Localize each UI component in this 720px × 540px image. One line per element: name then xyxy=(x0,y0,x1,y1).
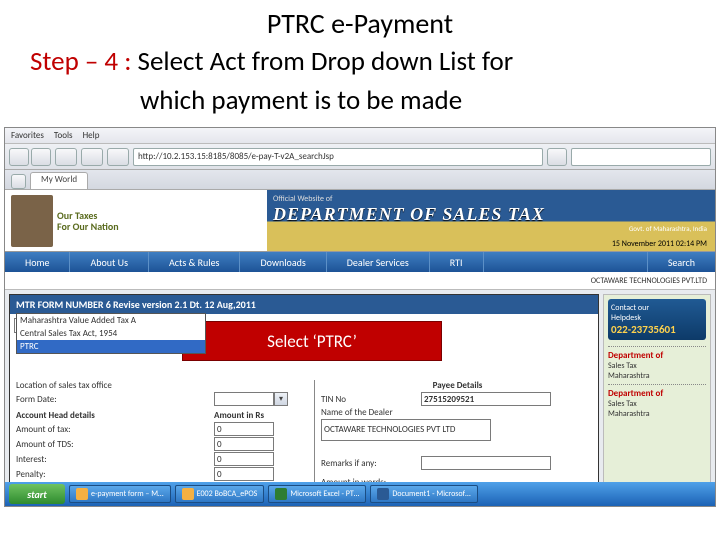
amount-tds-label: Amount of TDS: xyxy=(14,439,214,450)
menu-favorites[interactable]: Favorites xyxy=(11,130,44,141)
login-info: OCTAWARE TECHNOLOGIES PVT.LTD xyxy=(5,272,715,290)
app-icon xyxy=(377,488,389,500)
go-button[interactable] xyxy=(547,148,567,166)
dept-name: DEPARTMENT OF SALES TAX xyxy=(273,204,709,225)
remarks-input[interactable] xyxy=(421,456,551,470)
location-label: Location of sales tax office xyxy=(14,380,214,391)
form-date-label: Form Date: xyxy=(14,394,214,405)
sidebar-link-2-b: Sales Tax xyxy=(608,399,637,409)
act-option-ptrc[interactable]: PTRC xyxy=(17,340,205,353)
start-button[interactable]: start xyxy=(9,484,65,504)
sidebar-link-1-b: Sales Tax xyxy=(608,361,637,371)
taskbar-item-3-label: Microsoft Excel - PT… xyxy=(290,489,359,499)
step-line: Step – 4 : Select Act from Drop down Lis… xyxy=(0,45,720,84)
amount-rs-label: Amount in Rs xyxy=(214,410,264,421)
browser-search[interactable] xyxy=(571,148,711,166)
callout-text: Select ‘PTRC’ xyxy=(267,331,357,352)
helpdesk-label: Helpdesk xyxy=(611,313,703,323)
taskbar-item-2-label: E002 BoBCA_ePOS xyxy=(197,489,258,499)
govt-label: Govt. of Maharashtra, India xyxy=(629,224,707,233)
page-title: PTRC e-Payment xyxy=(40,6,680,41)
callout-select-ptrc: Select ‘PTRC’ xyxy=(182,321,442,361)
step-label: Step – 4 : xyxy=(30,45,131,78)
helpdesk-box: Contact our Helpdesk 022-23735601 xyxy=(608,299,706,340)
favorites-icon[interactable] xyxy=(11,174,26,189)
tin-value: 27515209521 xyxy=(421,392,551,406)
step-instruction-2: which payment is to be made xyxy=(0,84,720,127)
nav-search[interactable]: Search xyxy=(647,252,715,272)
home-button[interactable] xyxy=(107,148,129,166)
browser-screenshot: Favorites Tools Help http://10.2.153.15:… xyxy=(4,127,716,507)
tin-label: TIN No xyxy=(321,394,421,405)
site-header: Our Taxes For Our Nation Official Websit… xyxy=(5,190,715,252)
sidebar-link-2[interactable]: Department of Sales Tax Maharashtra xyxy=(608,384,706,419)
url-field[interactable]: http://10.2.153.15:8185/8085/e-pay-T-v2A… xyxy=(133,148,543,166)
penalty-input[interactable]: 0 xyxy=(214,467,274,481)
portrait-icon xyxy=(11,195,53,247)
step-instruction-1: Select Act from Drop down List for xyxy=(131,45,513,78)
nav-dealer[interactable]: Dealer Services xyxy=(327,252,430,272)
address-bar: http://10.2.153.15:8185/8085/e-pay-T-v2A… xyxy=(5,144,715,170)
nav-acts[interactable]: Acts & Rules xyxy=(149,252,240,272)
sidebar-link-2-title: Department of xyxy=(608,388,663,399)
taskbar-item-4-label: Document1 - Microsof… xyxy=(392,489,470,499)
taskbar-item-1-label: e-payment form – M… xyxy=(91,489,164,499)
contact-label: Contact our xyxy=(611,303,703,313)
app-icon xyxy=(182,488,194,500)
interest-input[interactable]: 0 xyxy=(214,452,274,466)
payee-details-label: Payee Details xyxy=(321,380,594,391)
forward-button[interactable] xyxy=(31,148,51,166)
dealer-label: Name of the Dealer xyxy=(321,407,421,418)
amount-tax-input[interactable]: 0 xyxy=(214,422,274,436)
menu-bar: Favorites Tools Help xyxy=(5,128,715,144)
menu-tools[interactable]: Tools xyxy=(54,130,73,141)
account-head-label: Account Head details xyxy=(14,410,214,421)
main-nav: Home About Us Acts & Rules Downloads Dea… xyxy=(5,252,715,272)
mtr-form: MTR FORM NUMBER 6 Revise version 2.1 Dt.… xyxy=(9,294,599,502)
taskbar-item-2[interactable]: E002 BoBCA_ePOS xyxy=(175,485,265,503)
dealer-value: OCTAWARE TECHNOLOGIES PVT LTD xyxy=(321,419,491,441)
penalty-label: Penalty: xyxy=(14,469,214,480)
tagline-2: For Our Nation xyxy=(57,221,119,232)
calendar-icon[interactable]: ▾ xyxy=(274,392,288,406)
tagline-1: Our Taxes xyxy=(57,210,119,221)
interest-label: Interest: xyxy=(14,454,214,465)
taskbar: start e-payment form – M… E002 BoBCA_ePO… xyxy=(5,482,715,506)
nav-about[interactable]: About Us xyxy=(70,252,149,272)
sidebar-link-1-c: Maharashtra xyxy=(608,371,650,381)
menu-help[interactable]: Help xyxy=(83,130,100,141)
taskbar-item-4[interactable]: Document1 - Microsof… xyxy=(370,485,477,503)
official-label: Official Website of xyxy=(273,194,709,204)
remarks-label: Remarks if any: xyxy=(321,458,421,469)
nav-downloads[interactable]: Downloads xyxy=(240,252,326,272)
app-icon xyxy=(76,488,88,500)
refresh-button[interactable] xyxy=(81,148,103,166)
taskbar-item-1[interactable]: e-payment form – M… xyxy=(69,485,171,503)
form-date-input[interactable] xyxy=(214,392,274,406)
nav-rti[interactable]: RTI xyxy=(430,252,484,272)
amount-tax-label: Amount of tax: xyxy=(14,424,214,435)
taskbar-item-3[interactable]: Microsoft Excel - PT… xyxy=(268,485,366,503)
sidebar-link-1-title: Department of xyxy=(608,350,663,361)
back-button[interactable] xyxy=(9,148,29,166)
sidebar-link-1[interactable]: Department of Sales Tax Maharashtra xyxy=(608,346,706,381)
act-option-2[interactable]: Central Sales Tax Act, 1954 xyxy=(17,327,205,340)
active-tab[interactable]: My World xyxy=(30,172,88,189)
act-option-1[interactable]: Maharashtra Value Added Tax A xyxy=(17,314,205,327)
sidebar: Contact our Helpdesk 022-23735601 Depart… xyxy=(603,294,711,502)
stop-button[interactable] xyxy=(55,148,77,166)
form-title: MTR FORM NUMBER 6 Revise version 2.1 Dt.… xyxy=(10,295,598,314)
helpdesk-phone: 022-23735601 xyxy=(611,323,703,336)
nav-home[interactable]: Home xyxy=(5,252,70,272)
app-icon xyxy=(275,488,287,500)
amount-tds-input[interactable]: 0 xyxy=(214,437,274,451)
tab-strip: My World xyxy=(5,170,715,190)
header-datetime: 15 November 2011 02:14 PM xyxy=(612,239,707,249)
sidebar-link-2-c: Maharashtra xyxy=(608,409,650,419)
